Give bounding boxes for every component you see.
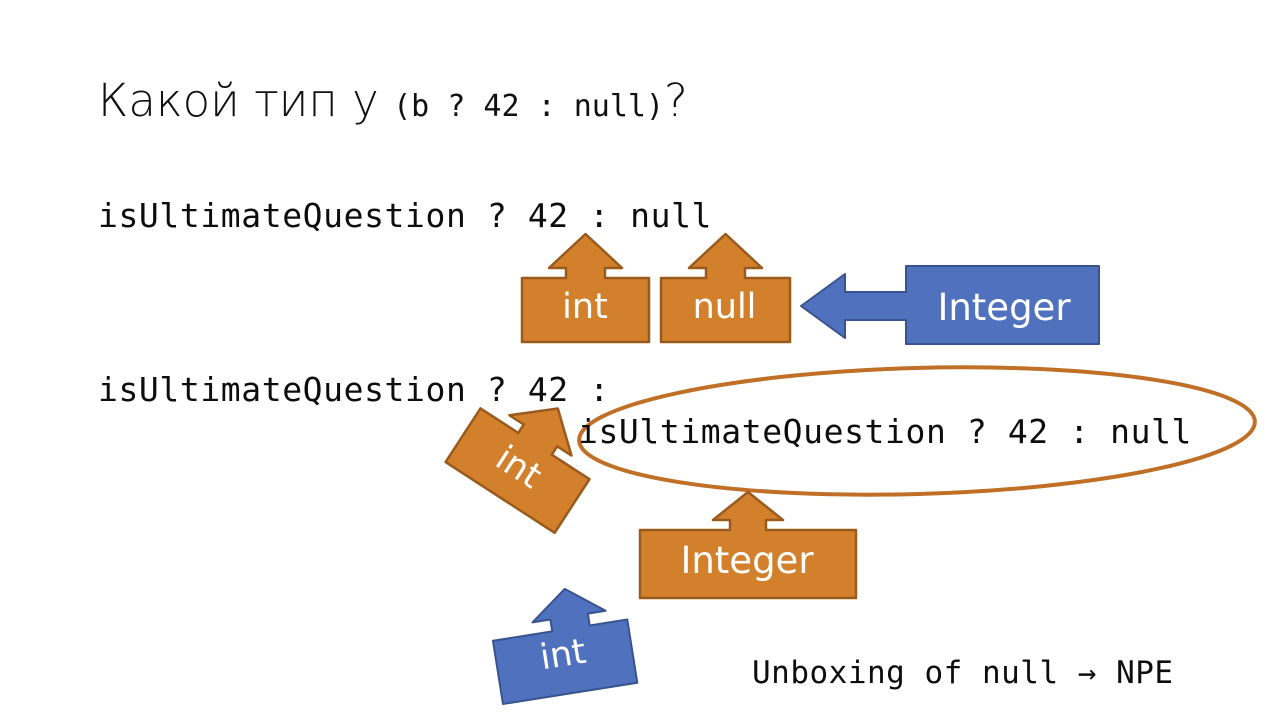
callout-label: Integer [680,539,814,582]
title-code-fragment: (b ? 42 : null) [393,89,665,124]
callout-label: Integer [937,286,1071,329]
footer-note: Unboxing of null → NPE [752,655,1174,691]
callout-label: int [562,287,608,327]
callout-integer-orange: Integer [638,490,858,600]
callout-int-first-line: int [520,232,651,344]
code-line-first: isUltimateQuestion ? 42 : null [98,196,713,235]
slide-canvas: Какой тип у (b ? 42 : null)? isUltimateQ… [0,0,1280,720]
title-suffix: ? [664,74,688,127]
code-line-nested: isUltimateQuestion ? 42 : null [578,412,1193,451]
callout-null-first-line: null [659,232,792,344]
callout-integer-blue: Integer [799,264,1101,346]
callout-label: null [692,287,757,327]
callout-int-blue: int [484,578,639,707]
page-title: Какой тип у (b ? 42 : null)? [98,74,688,127]
title-prefix: Какой тип у [98,74,394,127]
